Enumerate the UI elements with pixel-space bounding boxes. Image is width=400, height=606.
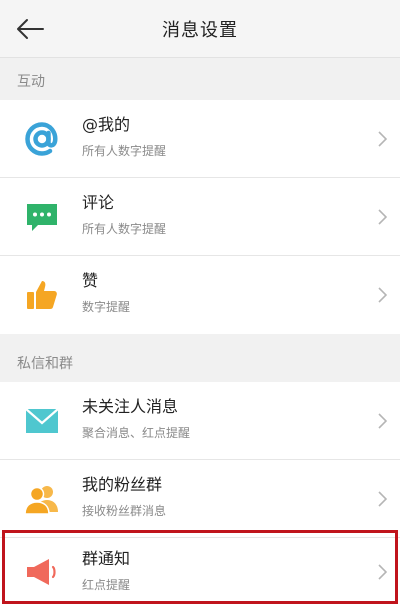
- setting-row-likes[interactable]: 赞 数字提醒: [0, 256, 400, 334]
- chevron-right-icon: [376, 490, 388, 508]
- chevron-right-icon: [376, 130, 388, 148]
- people-group-icon: [20, 477, 64, 521]
- chevron-right-icon: [376, 286, 388, 304]
- top-bar: 消息设置: [0, 0, 400, 58]
- setting-row-comments[interactable]: 评论 所有人数字提醒: [0, 178, 400, 256]
- back-button[interactable]: [12, 13, 48, 45]
- setting-row-fan-groups[interactable]: 我的粉丝群 接收粉丝群消息: [0, 460, 400, 538]
- setting-title: 赞: [82, 271, 99, 290]
- setting-title: @我的: [82, 115, 131, 134]
- chevron-right-icon: [376, 412, 388, 430]
- thumbs-up-icon: [20, 273, 64, 317]
- setting-subtitle: 红点提醒: [82, 578, 131, 592]
- megaphone-icon: [20, 550, 64, 594]
- setting-title: 我的粉丝群: [82, 475, 163, 494]
- comment-bubble-icon: [20, 195, 64, 239]
- chevron-right-icon: [376, 208, 388, 226]
- section-label-messages-groups: 私信和群: [0, 344, 400, 382]
- setting-subtitle: 聚合消息、红点提醒: [82, 426, 191, 440]
- setting-subtitle: 所有人数字提醒: [82, 144, 167, 158]
- setting-title: 评论: [82, 193, 115, 212]
- setting-row-mentions[interactable]: @我的 所有人数字提醒: [0, 100, 400, 178]
- envelope-icon: [20, 399, 64, 443]
- setting-subtitle: 接收粉丝群消息: [82, 504, 167, 518]
- chevron-right-icon: [376, 563, 388, 581]
- at-sign-icon: [20, 117, 64, 161]
- page-title: 消息设置: [162, 19, 238, 41]
- setting-row-unfollowed-messages[interactable]: 未关注人消息 聚合消息、红点提醒: [0, 382, 400, 460]
- setting-title: 群通知: [82, 549, 131, 568]
- setting-row-group-notifications[interactable]: 群通知 红点提醒: [0, 538, 400, 606]
- section-label-interaction: 互动: [0, 62, 400, 100]
- arrow-left-icon: [17, 19, 44, 39]
- setting-subtitle: 所有人数字提醒: [82, 222, 167, 236]
- setting-title: 未关注人消息: [82, 397, 179, 416]
- setting-subtitle: 数字提醒: [82, 300, 131, 314]
